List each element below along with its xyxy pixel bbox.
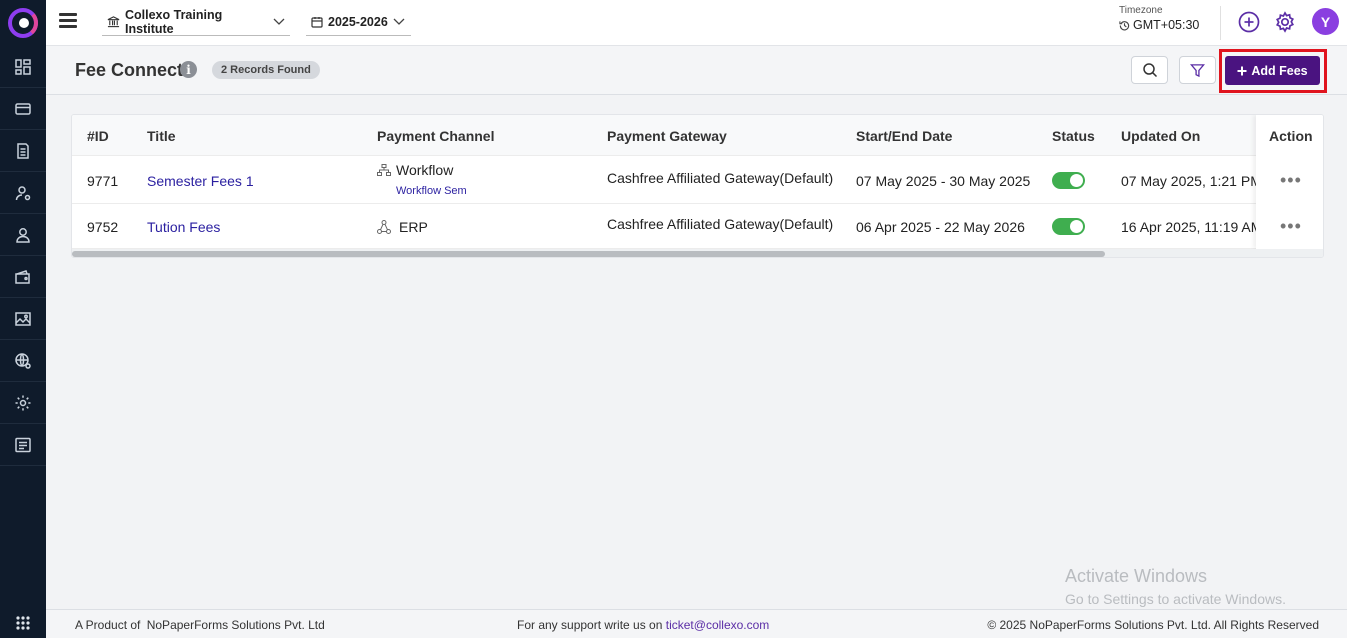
status-toggle[interactable] [1052,218,1085,235]
updated-on: 16 Apr 2025, 11:19 AM [1121,219,1263,235]
wallet-icon[interactable] [0,256,46,298]
search-button[interactable] [1131,56,1168,84]
timezone-value: GMT+05:30 [1133,18,1200,32]
footer-company: NoPaperForms Solutions Pvt. Ltd [146,618,325,632]
footer-support-text: For any support write us on [517,618,663,632]
footer-copyright: © 2025 NoPaperForms Solutions Pvt. Ltd. … [987,618,1319,632]
table-row: 9771 Semester Fees 1 Workflow Workflow S… [72,156,1323,204]
row-id: 9771 [87,173,119,189]
dashboard-icon[interactable] [0,46,46,88]
institute-name: Collexo Training Institute [125,7,223,36]
search-icon [1142,63,1157,78]
column-header-action: Action [1269,127,1313,144]
column-header-payment-gateway[interactable]: Payment Gateway [607,115,727,156]
app-logo[interactable] [0,0,46,46]
page-title: Fee Connect [75,60,184,80]
student-icon[interactable] [0,214,46,256]
add-fees-button[interactable]: Add Fees [1225,56,1320,85]
calendar-icon [311,16,323,28]
action-column: Action ••• ••• [1256,115,1323,249]
sidebar [0,0,46,638]
timezone-display: Timezone GMT+05:30 [1119,5,1215,32]
column-header-id[interactable]: #ID [87,115,109,156]
plus-icon [1237,66,1247,75]
add-fees-label: Add Fees [1251,63,1308,78]
column-header-payment-channel[interactable]: Payment Channel [377,115,494,156]
payment-channel: Workflow [396,162,454,178]
footer: A Product of NoPaperForms Solutions Pvt.… [46,609,1347,638]
scrollbar-thumb[interactable] [72,251,1105,257]
page-toolbar: Fee Connect i 2 Records Found Add Fees [46,46,1347,95]
erp-icon [377,220,391,234]
gear-icon[interactable] [1274,11,1296,33]
academic-year-value: 2025-2026 [328,14,388,29]
row-actions-menu[interactable]: ••• [1280,217,1302,235]
institution-icon [107,16,120,28]
gallery-icon[interactable] [0,298,46,340]
column-header-updated-on[interactable]: Updated On [1121,115,1200,156]
watermark-subtitle: Go to Settings to activate Windows. [1065,591,1286,607]
payment-gateway: Cashfree Affiliated Gateway(Default) [607,170,834,186]
history-icon [1119,20,1130,30]
settings-icon[interactable] [0,382,46,424]
column-header-status[interactable]: Status [1052,115,1095,156]
footer-product-prefix: A Product of [75,618,141,632]
row-title-link[interactable]: Tution Fees [147,219,220,235]
timezone-label: Timezone [1119,5,1163,16]
academic-year-dropdown[interactable]: 2025-2026 [306,8,411,36]
add-circle-icon[interactable] [1238,11,1260,33]
table-row: 9752 Tution Fees ERP Cashfree Affiliated… [72,204,1323,249]
workflow-icon [377,164,391,176]
user-settings-icon[interactable] [0,172,46,214]
chevron-down-icon [273,18,285,25]
row-id: 9752 [87,219,119,235]
workflow-link[interactable]: Workflow Sem [396,185,467,197]
menu-icon[interactable] [59,13,77,29]
info-icon[interactable]: i [180,61,197,78]
payment-gateway: Cashfree Affiliated Gateway(Default) [607,216,834,232]
chevron-down-icon [393,18,405,25]
row-actions-menu[interactable]: ••• [1280,171,1302,189]
filter-button[interactable] [1179,56,1216,84]
status-toggle[interactable] [1052,172,1085,189]
column-header-date[interactable]: Start/End Date [856,115,952,156]
date-range: 07 May 2025 - 30 May 2025 [856,173,1031,189]
header-divider [1220,6,1221,40]
filter-icon [1190,63,1205,77]
document-icon[interactable] [0,130,46,172]
records-count-badge: 2 Records Found [212,61,320,79]
institute-dropdown[interactable]: Collexo Training Institute [102,8,290,36]
form-icon[interactable] [0,424,46,466]
globe-settings-icon[interactable] [0,340,46,382]
payment-channel: ERP [399,219,428,235]
apps-grid-icon[interactable] [0,608,46,638]
fees-table: #ID Title Payment Channel Payment Gatewa… [71,114,1324,258]
avatar[interactable]: Y [1312,8,1339,35]
updated-on: 07 May 2025, 1:21 PM [1121,173,1262,189]
row-title-link[interactable]: Semester Fees 1 [147,173,254,189]
column-header-title[interactable]: Title [147,115,176,156]
card-icon[interactable] [0,88,46,130]
support-email-link[interactable]: ticket@collexo.com [666,618,770,632]
date-range: 06 Apr 2025 - 22 May 2026 [856,219,1025,235]
watermark-title: Activate Windows [1065,566,1208,586]
top-header: Collexo Training Institute 2025-2026 Tim… [46,0,1347,46]
